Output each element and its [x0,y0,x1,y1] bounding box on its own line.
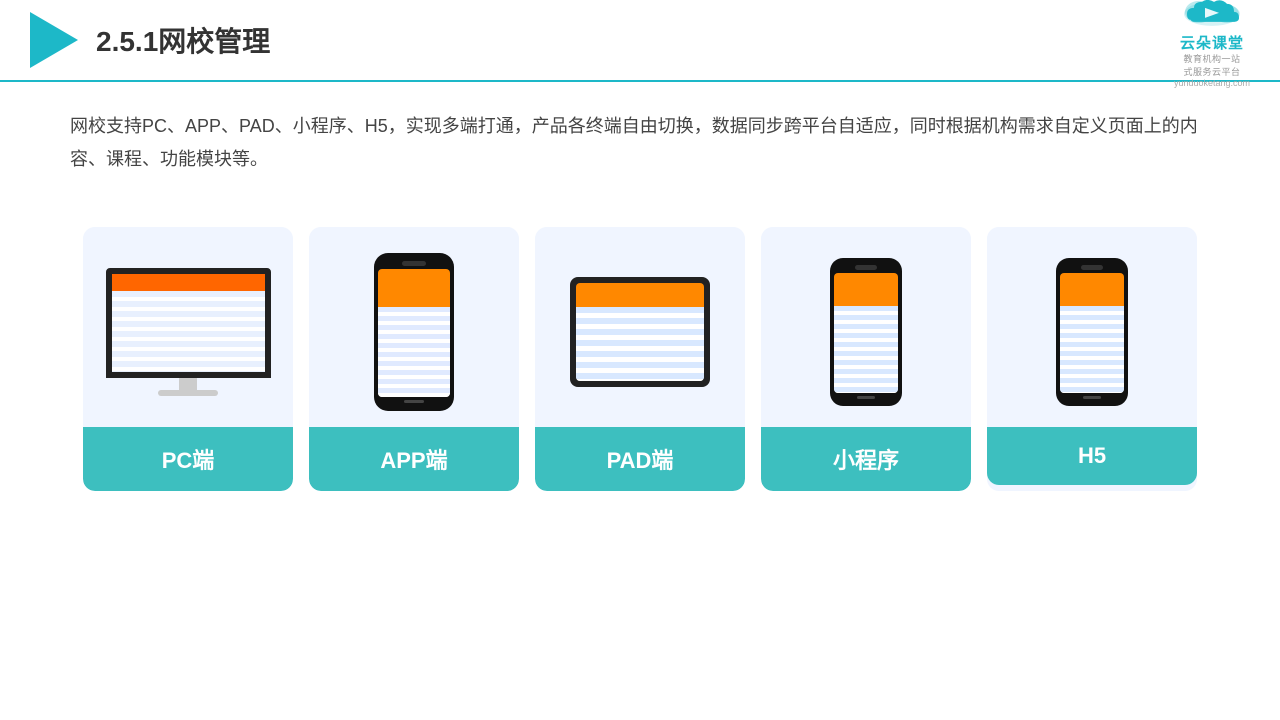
card-app: APP端 [309,227,519,491]
miniapp-phone-icon [830,258,902,406]
card-h5: H5 [987,227,1197,491]
pad-tablet-icon [570,277,710,387]
card-pc-image [83,227,293,427]
brand-name: 云朵课堂 [1180,32,1244,53]
brand-url: yunduoketang.com [1174,78,1250,88]
card-app-label: APP端 [309,427,519,491]
card-miniapp-image [761,227,971,427]
card-pad-image [535,227,745,427]
card-app-image [309,227,519,427]
logo-triangle-icon [30,12,78,68]
card-pad: PAD端 [535,227,745,491]
card-h5-label: H5 [987,427,1197,485]
description-content: 网校支持PC、APP、PAD、小程序、H5，实现多端打通，产品各终端自由切换，数… [70,116,1198,169]
device-cards-container: PC端 APP端 PAD端 小程序 [0,207,1280,511]
card-miniapp: 小程序 [761,227,971,491]
card-h5-image [987,227,1197,427]
card-miniapp-label: 小程序 [761,427,971,491]
description-text: 网校支持PC、APP、PAD、小程序、H5，实现多端打通，产品各终端自由切换，数… [0,82,1280,197]
card-pad-label: PAD端 [535,427,745,491]
brand-logo: 云朵课堂 教育机构一站式服务云平台 yunduoketang.com [1174,0,1250,88]
brand-sub: 教育机构一站式服务云平台 [1183,53,1240,78]
cloud-icon [1177,0,1247,30]
card-pc: PC端 [83,227,293,491]
app-phone-icon [374,253,454,411]
h5-phone-icon [1056,258,1128,406]
header: 2.5.1网校管理 云朵课堂 教育机构一站式服务云平台 yunduoketang… [0,0,1280,82]
pc-monitor-icon [106,268,271,396]
page-title: 2.5.1网校管理 [96,20,270,60]
card-pc-label: PC端 [83,427,293,491]
